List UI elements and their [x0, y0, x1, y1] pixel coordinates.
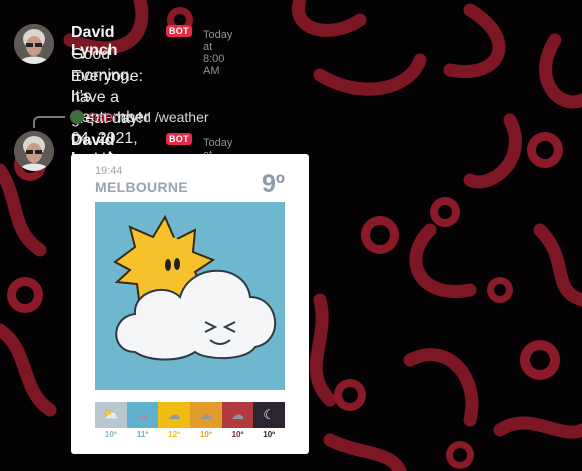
cloud-icon: ☁	[136, 407, 149, 422]
forecast-temp-2: 11º	[136, 430, 149, 439]
forecast-temp-4: 10º	[199, 430, 212, 439]
bot-badge: BOT	[166, 25, 192, 37]
forecast-cell-1: ⛅	[95, 402, 127, 428]
weather-temperature: 9º	[261, 170, 285, 198]
forecast-temps: 10º 11º 12º 10º 10º 10º	[95, 430, 285, 439]
weather-illustration	[95, 202, 285, 390]
forecast-cell-5: ☁	[221, 402, 254, 428]
reply-connector	[33, 116, 65, 128]
avatar-image	[14, 24, 54, 64]
weather-time: 19:44	[95, 165, 123, 177]
cloud-icon: ☁	[167, 407, 181, 422]
reply-user-avatar-icon	[70, 110, 84, 124]
forecast-cell-3: ☁	[158, 402, 191, 428]
bot-badge: BOT	[166, 133, 192, 145]
cloud-icon: ☁	[199, 407, 213, 422]
avatar[interactable]	[14, 24, 54, 64]
forecast-temp-5: 10º	[231, 430, 244, 439]
avatar[interactable]	[14, 131, 54, 171]
timestamp: Today at 8:00 AM	[203, 29, 233, 77]
weather-city: MELBOURNE	[95, 179, 188, 195]
cloud-icon: ☁	[231, 407, 245, 422]
forecast-temp-6: 10º	[263, 430, 276, 439]
weather-card[interactable]: 19:44 MELBOURNE 9º ⛅ ☁ ☁ ☁ ☁ ☾ 10º 11º 1…	[71, 154, 309, 454]
reply-action: used /weather	[120, 109, 209, 125]
reply-indicator[interactable]: Sam used /weather	[70, 109, 209, 125]
reply-user[interactable]: Sam	[88, 109, 117, 125]
forecast-temp-1: 10º	[104, 430, 117, 439]
forecast-temp-3: 12º	[168, 430, 181, 439]
avatar-image	[14, 131, 54, 171]
moon-icon: ☾	[263, 407, 276, 422]
forecast-strip: ⛅ ☁ ☁ ☁ ☁ ☾	[95, 402, 286, 428]
forecast-cell-4: ☁	[190, 402, 222, 428]
sun-cloud-icon: ⛅	[102, 407, 119, 422]
forecast-cell-2: ☁	[126, 402, 159, 428]
forecast-cell-6: ☾	[253, 402, 286, 428]
sun-behind-cloud-icon	[113, 214, 277, 361]
